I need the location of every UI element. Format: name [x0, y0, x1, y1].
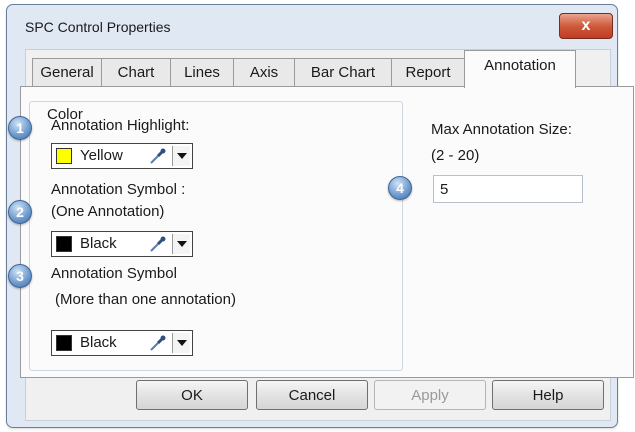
callout-badge-3: 3	[8, 264, 32, 288]
selected-color-text: Yellow	[80, 147, 123, 164]
tab-label: Axis	[249, 64, 279, 81]
cancel-button[interactable]: Cancel	[256, 380, 368, 410]
callout-badge-4: 4	[388, 176, 412, 200]
apply-button[interactable]: Apply	[374, 380, 486, 410]
chevron-down-icon[interactable]	[172, 234, 190, 254]
max-annotation-size-label: Max Annotation Size:	[431, 121, 572, 138]
button-label: Cancel	[288, 386, 336, 404]
tab-axis[interactable]: Axis	[233, 58, 295, 86]
annotation-symbol-many-label: Annotation Symbol	[51, 265, 177, 282]
eyedropper-icon[interactable]	[146, 145, 170, 167]
tab-label: General	[40, 64, 94, 81]
annotation-tab-panel: Color Annotation Highlight: Yellow Annot…	[20, 86, 634, 378]
ok-button[interactable]: OK	[136, 380, 248, 410]
annotation-symbol-one-color-select[interactable]: Black	[51, 231, 193, 257]
chevron-down-icon[interactable]	[172, 146, 190, 166]
tab-label: Annotation	[484, 57, 556, 74]
annotation-symbol-many-sublabel: (More than one annotation)	[55, 291, 236, 308]
color-swatch	[56, 335, 72, 351]
chevron-down-icon[interactable]	[172, 333, 190, 353]
annotation-symbol-one-sublabel: (One Annotation)	[51, 203, 165, 220]
eyedropper-icon[interactable]	[146, 332, 170, 354]
callout-badge-2: 2	[8, 200, 32, 224]
button-label: Help	[532, 386, 564, 404]
color-swatch	[56, 148, 72, 164]
callout-badge-1: 1	[8, 116, 32, 140]
tab-lines[interactable]: Lines	[170, 58, 234, 86]
button-label: Apply	[411, 386, 449, 404]
selected-color-text: Black	[80, 334, 117, 351]
tab-general[interactable]: General	[32, 58, 102, 86]
annotation-symbol-one-label: Annotation Symbol :	[51, 181, 186, 198]
close-icon: x	[581, 17, 591, 34]
tab-annotation[interactable]: Annotation	[464, 50, 576, 88]
eyedropper-icon[interactable]	[146, 233, 170, 255]
tab-label: Chart	[117, 64, 155, 81]
tab-label: Lines	[184, 64, 220, 81]
button-label: OK	[181, 386, 203, 404]
selected-color-text: Black	[80, 235, 117, 252]
close-button[interactable]: x	[559, 13, 613, 39]
max-annotation-size-input[interactable]	[433, 175, 583, 203]
tab-label: Bar Chart	[310, 64, 376, 81]
help-button[interactable]: Help	[492, 380, 604, 410]
color-swatch	[56, 236, 72, 252]
annotation-highlight-color-select[interactable]: Yellow	[51, 143, 193, 169]
tab-chart[interactable]: Chart	[101, 58, 171, 86]
annotation-symbol-many-color-select[interactable]: Black	[51, 330, 193, 356]
window-title: SPC Control Properties	[25, 19, 171, 35]
tab-report[interactable]: Report	[391, 58, 465, 86]
tab-bar-chart[interactable]: Bar Chart	[294, 58, 392, 86]
max-annotation-size-range: (2 - 20)	[431, 147, 480, 164]
annotation-highlight-label: Annotation Highlight:	[51, 117, 190, 134]
tab-label: Report	[405, 64, 451, 81]
